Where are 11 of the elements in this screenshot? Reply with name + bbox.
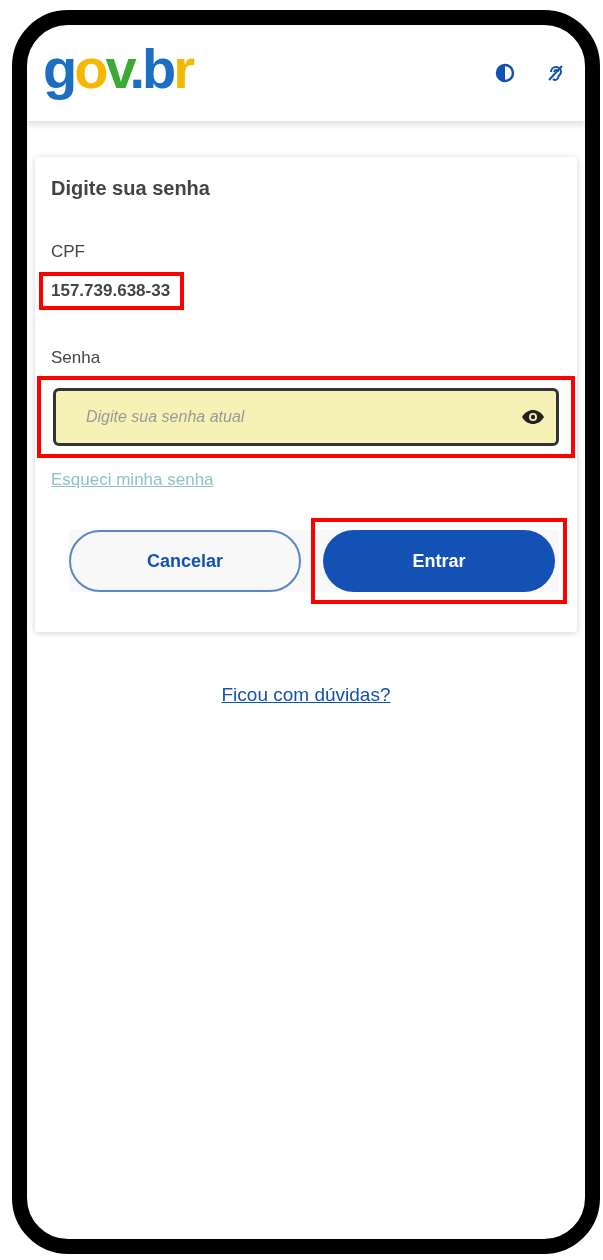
contrast-icon[interactable] [495,63,515,83]
cpf-label: CPF [51,242,86,262]
password-field[interactable]: Digite sua senha atual [53,388,559,446]
password-label: Senha [51,348,102,368]
eye-icon[interactable] [521,409,545,425]
cancel-button[interactable]: Cancelar [69,530,301,592]
card-title: Digite sua senha [51,177,211,200]
login-button[interactable]: Entrar [323,530,555,592]
help-link[interactable]: Ficou com dúvidas? [221,684,391,706]
cpf-value: 157.739.638-33 [51,280,171,302]
hearing-icon[interactable] [545,63,565,83]
